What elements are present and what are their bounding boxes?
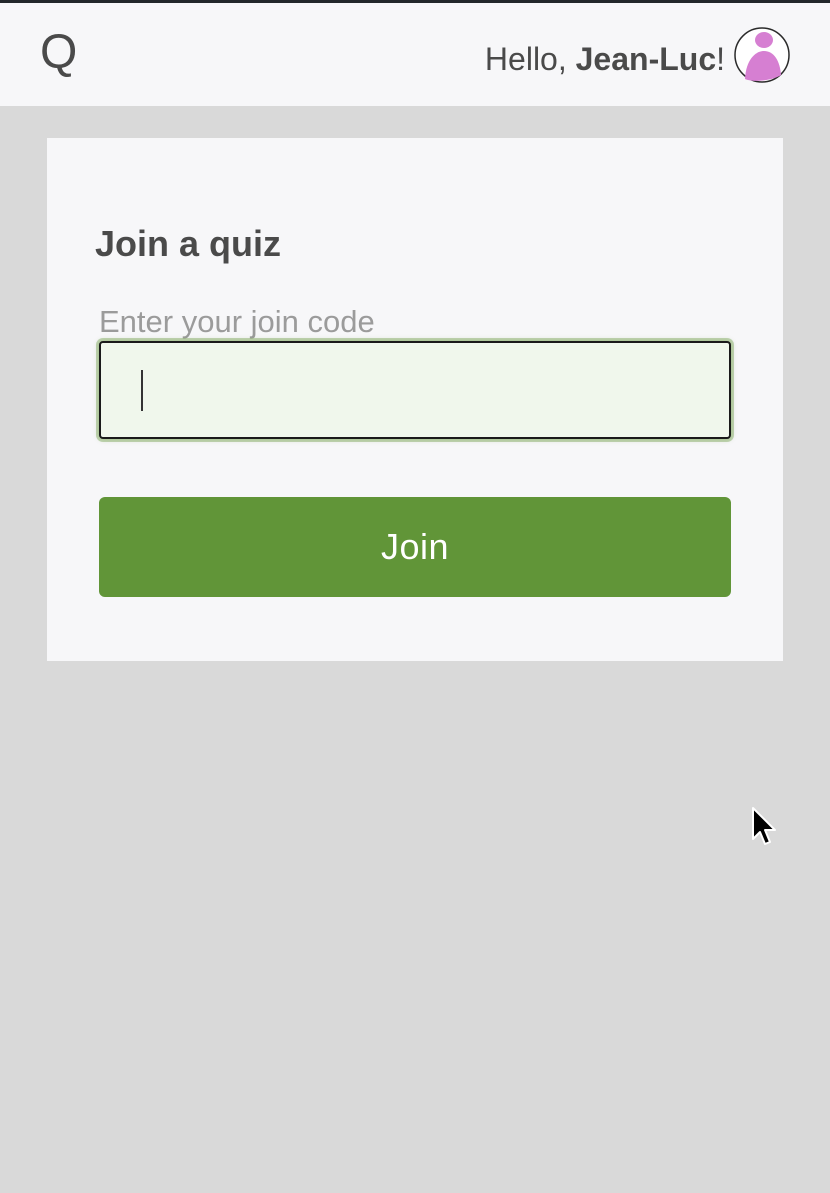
app-logo[interactable]: Q xyxy=(40,25,77,81)
greeting-suffix: ! xyxy=(716,41,725,77)
mouse-pointer-icon xyxy=(752,807,776,845)
user-name: Jean-Luc xyxy=(575,41,717,77)
user-avatar-icon[interactable] xyxy=(734,27,790,83)
greeting-prefix: Hello, xyxy=(484,41,576,77)
user-greeting: Hello, Jean-Luc! xyxy=(485,39,725,79)
join-code-input[interactable] xyxy=(99,341,731,439)
join-code-label: Enter your join code xyxy=(99,304,375,339)
join-button[interactable]: Join xyxy=(99,497,731,597)
card-title: Join a quiz xyxy=(95,223,282,264)
app-header: Q Hello, Jean-Luc! xyxy=(0,3,830,106)
join-quiz-card: Join a quiz Enter your join code Join xyxy=(47,138,783,661)
text-caret xyxy=(141,370,143,411)
